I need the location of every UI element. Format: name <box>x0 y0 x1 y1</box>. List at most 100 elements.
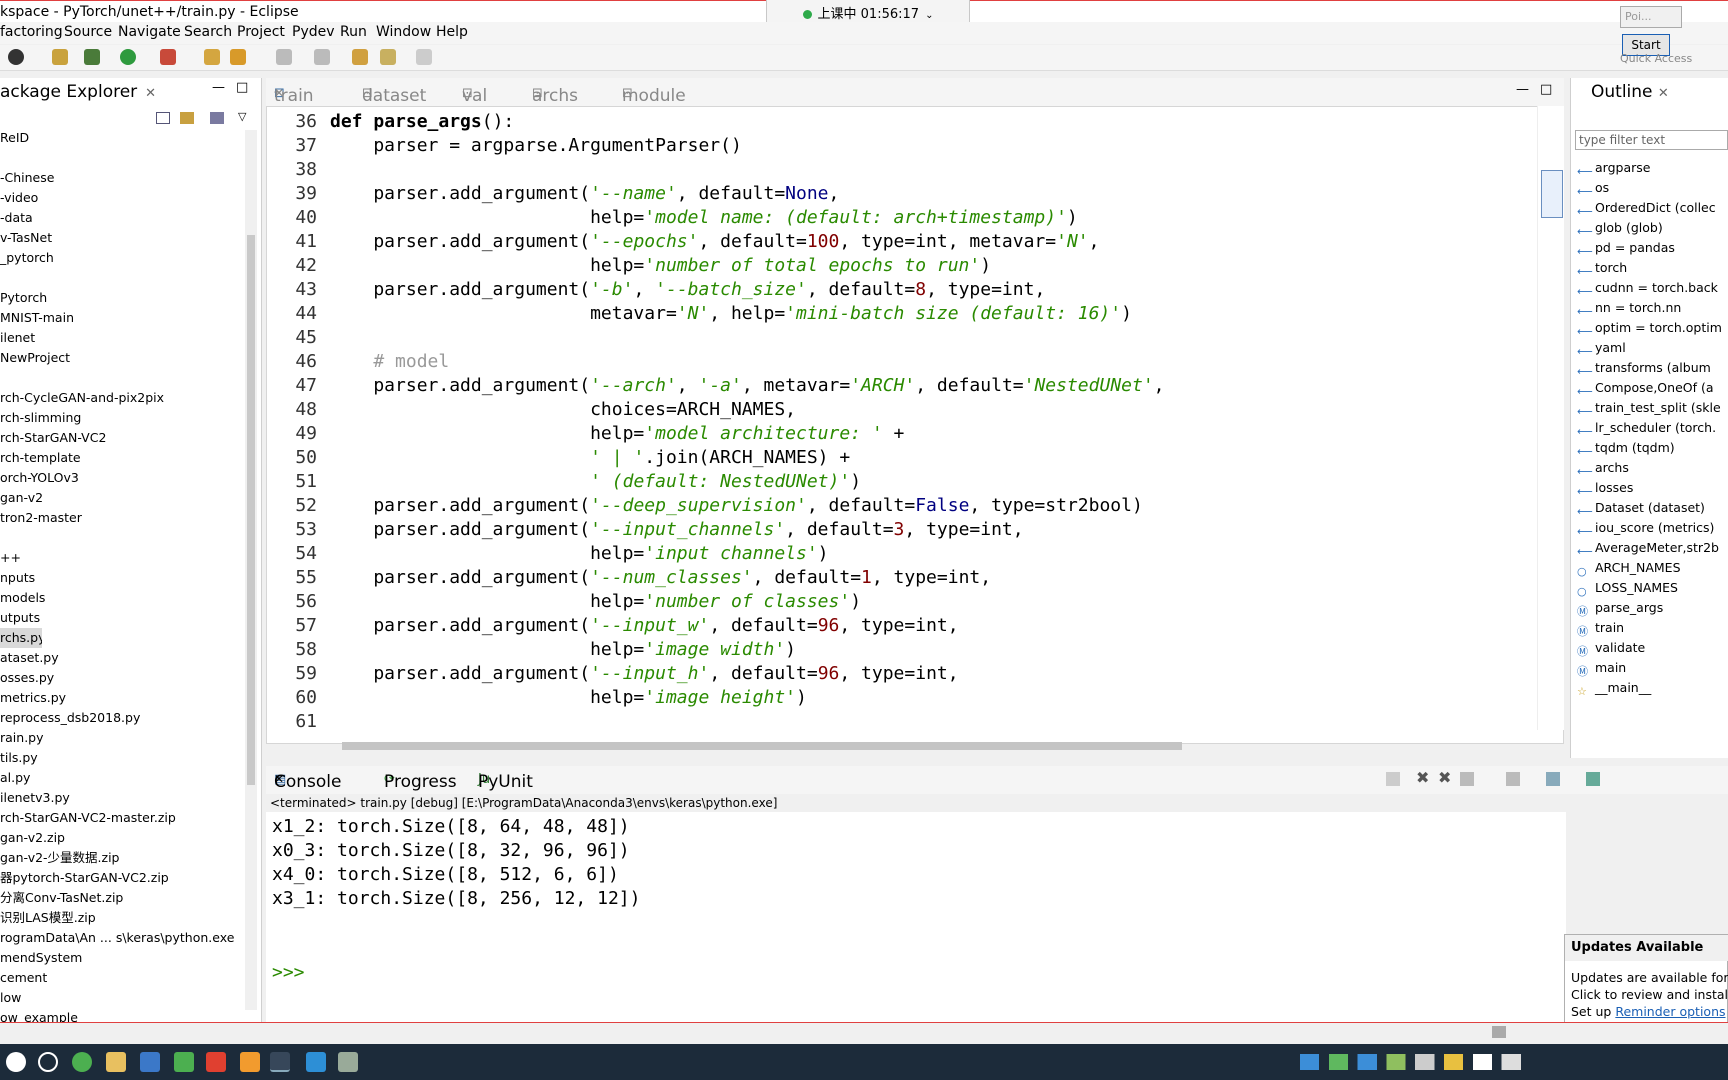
link-editor-icon[interactable] <box>180 112 194 124</box>
outline-item[interactable]: ⟵ train_test_split (skle <box>1571 398 1722 418</box>
outline-item[interactable]: ○ ARCH_NAMES <box>1571 558 1722 578</box>
open-folder-icon[interactable] <box>204 49 220 65</box>
prev-annotation-icon[interactable] <box>314 49 330 65</box>
back-icon[interactable] <box>380 49 396 65</box>
minimize-icon[interactable]: — <box>1516 82 1529 97</box>
package-tree-item[interactable]: ataset.py <box>0 648 245 668</box>
outline-item[interactable]: Ⓜvalidate <box>1571 638 1722 658</box>
outline-item[interactable]: ⟵ tqdm (tqdm) <box>1571 438 1722 458</box>
package-tree-item[interactable]: rain.py <box>0 728 245 748</box>
menu-navigate[interactable]: Navigate <box>118 24 181 40</box>
menu-help[interactable]: Help <box>436 24 468 40</box>
minimize-icon[interactable]: — <box>212 80 225 95</box>
clear-console-icon[interactable] <box>1460 772 1474 786</box>
package-tree-item[interactable]: 识别LAS模型.zip <box>0 908 245 928</box>
outline-filter-input[interactable]: type filter text <box>1575 130 1728 150</box>
outline-item[interactable]: Ⓜparse_args <box>1571 598 1722 618</box>
filters-icon[interactable] <box>210 112 224 124</box>
package-tree-item[interactable]: rch-slimming <box>0 408 245 428</box>
package-tree-item[interactable]: rchs.py <box>0 628 42 648</box>
package-tree-item[interactable]: orch-YOLOv3 <box>0 468 245 488</box>
outline-item[interactable]: ⟵ OrderedDict (collec <box>1571 198 1722 218</box>
package-tree-item[interactable]: ++ <box>0 548 245 568</box>
menu-pydev[interactable]: Pydev <box>292 24 335 40</box>
menu-search[interactable]: Search <box>184 24 232 40</box>
reminder-options-link[interactable]: Reminder options <box>1615 1004 1725 1019</box>
outline-item[interactable]: ○ LOSS_NAMES <box>1571 578 1722 598</box>
package-tree-item[interactable]: nputs <box>0 568 245 588</box>
package-tree-item[interactable]: rch-StarGAN-VC2 <box>0 428 245 448</box>
external-tools-icon[interactable] <box>160 49 176 65</box>
package-tree-item[interactable]: _pytorch <box>0 248 245 268</box>
outline-item[interactable]: ⟵ archs <box>1571 458 1722 478</box>
menu-refactor[interactable]: factoring <box>0 24 63 40</box>
maximize-icon[interactable]: □ <box>1540 82 1552 97</box>
outline-item[interactable]: ⟵ torch <box>1571 258 1722 278</box>
close-icon[interactable]: ✕ <box>1658 86 1669 101</box>
maximize-icon[interactable]: □ <box>236 80 248 95</box>
app-icon[interactable] <box>240 1052 260 1072</box>
outline-item[interactable]: ⟵ glob (glob) <box>1571 218 1722 238</box>
open-perspective-icon[interactable] <box>52 49 68 65</box>
debug-run-icon[interactable] <box>84 49 100 65</box>
pdf-icon[interactable] <box>206 1052 226 1072</box>
outline-item[interactable]: ⟵ transforms (album <box>1571 358 1722 378</box>
outline-item[interactable]: ☆ __main__ <box>1571 678 1722 698</box>
package-tree-item[interactable]: al.py <box>0 768 245 788</box>
package-tree-item[interactable]: ilenet <box>0 328 245 348</box>
outline-item[interactable]: ⟵ AverageMeter,str2b <box>1571 538 1722 558</box>
scrollbar-thumb[interactable] <box>247 235 255 785</box>
package-tree-item[interactable]: ilenetv3.py <box>0 788 245 808</box>
package-tree-item[interactable]: metrics.py <box>0 688 245 708</box>
package-tree-item[interactable]: -Chinese <box>0 168 245 188</box>
run-icon[interactable] <box>120 49 136 65</box>
outline-item[interactable]: ⟵ pd = pandas <box>1571 238 1722 258</box>
package-tree-item[interactable]: cement <box>0 968 245 988</box>
outline-item[interactable]: ⟵ optim = torch.optim <box>1571 318 1722 338</box>
outline-item[interactable]: ⟵ iou_score (metrics) <box>1571 518 1722 538</box>
package-tree-item[interactable]: rch-template <box>0 448 245 468</box>
menu-window[interactable]: Window <box>376 24 431 40</box>
close-icon[interactable]: ✕ <box>145 86 156 101</box>
last-edit-icon[interactable] <box>352 49 368 65</box>
package-tree-item[interactable] <box>0 268 245 288</box>
package-tree-item[interactable] <box>0 368 245 388</box>
package-tree-item[interactable]: ReID <box>0 128 245 148</box>
package-tree-item[interactable]: MNIST-main <box>0 308 245 328</box>
debug-icon[interactable] <box>8 49 24 65</box>
app-icon[interactable] <box>174 1052 194 1072</box>
package-explorer-scrollbar[interactable] <box>245 130 257 1010</box>
outline-title[interactable]: Outline <box>1591 82 1653 102</box>
package-tree-item[interactable]: -data <box>0 208 245 228</box>
pin-console-icon[interactable] <box>1546 772 1560 786</box>
package-explorer-title[interactable]: ackage Explorer <box>0 82 137 102</box>
package-tree-item[interactable]: reprocess_dsb2018.py <box>0 708 245 728</box>
package-tree-item[interactable]: NewProject <box>0 348 245 368</box>
package-tree-item[interactable]: rch-StarGAN-VC2-master.zip <box>0 808 245 828</box>
outline-item[interactable]: ⟵ nn = torch.nn <box>1571 298 1722 318</box>
remove-launch-icon[interactable]: ✖ <box>1416 768 1429 787</box>
outline-item[interactable]: ⟵ Compose,OneOf (a <box>1571 378 1722 398</box>
outline-item[interactable]: ⟵ os <box>1571 178 1722 198</box>
package-tree-item[interactable]: gan-v2.zip <box>0 828 245 848</box>
package-tree-item[interactable]: models <box>0 588 245 608</box>
forward-icon[interactable] <box>416 49 432 65</box>
package-tree-item[interactable]: -video <box>0 188 245 208</box>
mail-icon[interactable] <box>140 1052 160 1072</box>
package-tree-item[interactable]: 器pytorch-StarGAN-VC2.zip <box>0 868 245 888</box>
package-tree-item[interactable]: v-TasNet <box>0 228 245 248</box>
updates-notification[interactable]: Updates Available Updates are available … <box>1564 934 1728 1032</box>
package-tree-item[interactable]: Pytorch <box>0 288 245 308</box>
close-icon[interactable]: ✕ <box>274 86 284 100</box>
package-tree-item[interactable]: tron2-master <box>0 508 245 528</box>
package-tree-item[interactable]: low <box>0 988 245 1008</box>
package-tree-item[interactable]: gan-v2 <box>0 488 245 508</box>
scroll-lock-icon[interactable] <box>1506 772 1520 786</box>
outline-item[interactable]: ⟵ yaml <box>1571 338 1722 358</box>
package-tree-item[interactable]: mendSystem <box>0 948 245 968</box>
display-console-icon[interactable] <box>1586 772 1600 786</box>
remove-all-icon[interactable]: ✖ <box>1438 768 1451 787</box>
search-icon[interactable] <box>38 1052 58 1072</box>
close-icon[interactable]: ✕ <box>274 772 284 786</box>
outline-item[interactable]: Ⓜmain <box>1571 658 1722 678</box>
